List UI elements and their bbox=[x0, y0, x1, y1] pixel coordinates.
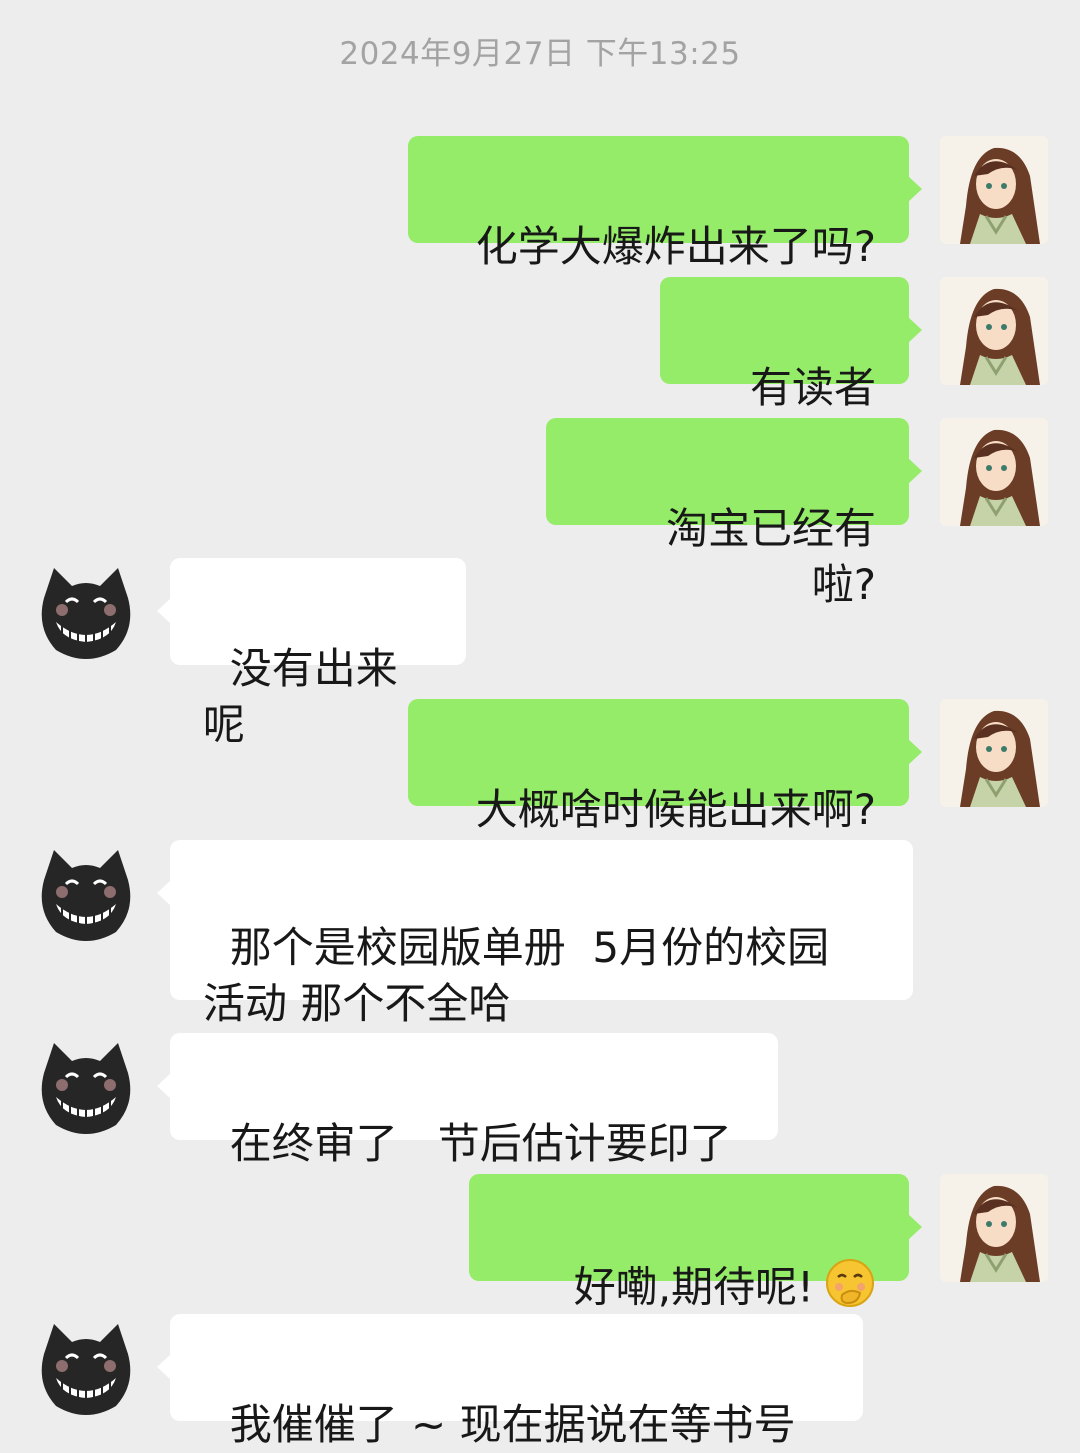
bubble-tail bbox=[157, 1073, 171, 1099]
message-bubble[interactable]: 我催催了 ~ 现在据说在等书号 bbox=[170, 1314, 863, 1449]
my-avatar-icon[interactable] bbox=[940, 699, 1048, 807]
message-text: 在终审了 节后估计要印了 bbox=[229, 1119, 732, 1168]
message-text: 没有出来呢 bbox=[203, 644, 398, 749]
contact-avatar-icon[interactable] bbox=[32, 558, 140, 666]
message-bubble[interactable]: 没有出来呢 bbox=[170, 558, 466, 749]
bubble-tail bbox=[157, 598, 171, 624]
message-text: 淘宝已经有啦? bbox=[665, 504, 876, 609]
message-bubble[interactable]: 淘宝已经有啦? bbox=[546, 418, 909, 609]
bubble-tail bbox=[908, 317, 922, 343]
my-avatar-icon[interactable] bbox=[940, 418, 1048, 526]
bubble-tail bbox=[908, 739, 922, 765]
message-bubble[interactable]: 大概啥时候能出来啊? bbox=[408, 699, 909, 834]
contact-avatar-icon[interactable] bbox=[32, 1314, 140, 1422]
message-bubble[interactable]: 在终审了 节后估计要印了 bbox=[170, 1033, 778, 1168]
message-bubble[interactable]: 好嘞,期待呢! bbox=[469, 1174, 909, 1312]
message-bubble[interactable]: 有读者说 bbox=[660, 277, 909, 468]
message-text: 大概啥时候能出来啊? bbox=[475, 785, 876, 834]
message-text: 好嘞,期待呢! bbox=[573, 1262, 814, 1312]
my-avatar-icon[interactable] bbox=[940, 136, 1048, 244]
message-text: 我催催了 ~ 现在据说在等书号 bbox=[229, 1400, 796, 1449]
bubble-tail bbox=[157, 1354, 171, 1380]
message-text: 化学大爆炸出来了吗? bbox=[475, 222, 876, 271]
bubble-tail bbox=[908, 176, 922, 202]
message-bubble[interactable]: 化学大爆炸出来了吗? bbox=[408, 136, 909, 271]
message-bubble[interactable]: 那个是校园版单册 5月份的校园 活动 那个不全哈 bbox=[170, 840, 913, 1028]
bubble-tail bbox=[908, 458, 922, 484]
my-avatar-icon[interactable] bbox=[940, 1174, 1048, 1282]
message-text: 那个是校园版单册 5月份的校园 活动 那个不全哈 bbox=[203, 923, 830, 1028]
contact-avatar-icon[interactable] bbox=[32, 1033, 140, 1141]
bubble-tail bbox=[908, 1214, 922, 1240]
contact-avatar-icon[interactable] bbox=[32, 840, 140, 948]
chat-timestamp: 2024年9月27日 下午13:25 bbox=[339, 36, 741, 72]
bubble-tail bbox=[157, 880, 171, 906]
my-avatar-icon[interactable] bbox=[940, 277, 1048, 385]
